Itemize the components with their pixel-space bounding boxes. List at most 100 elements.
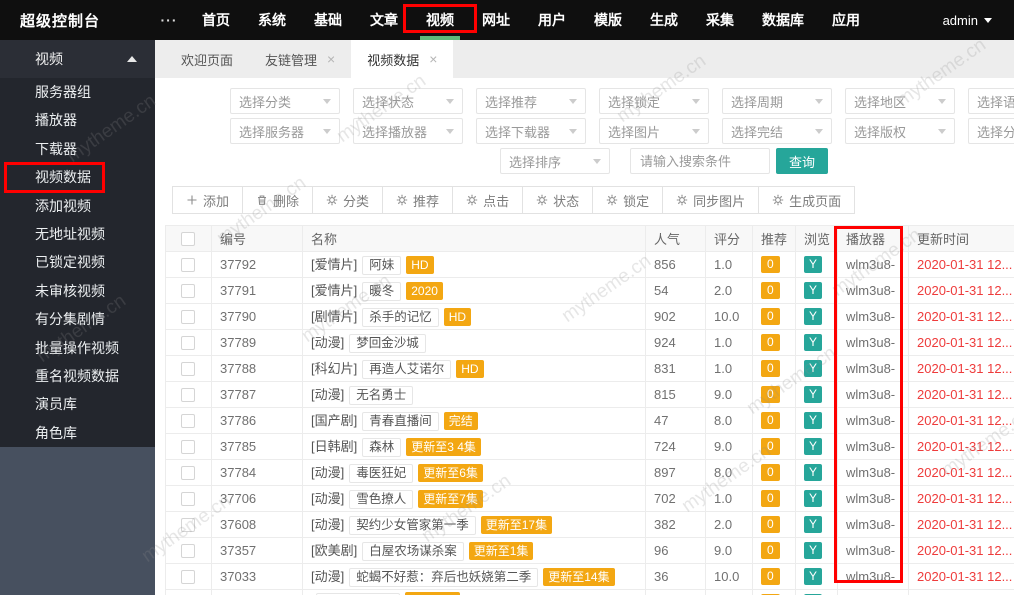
recommend-badge[interactable]: 0 xyxy=(761,360,780,377)
recommend-badge[interactable]: 0 xyxy=(761,308,780,325)
filter-select-选择锁定[interactable]: 选择锁定 xyxy=(599,88,709,114)
row-checkbox[interactable] xyxy=(181,414,195,428)
browse-badge[interactable]: Y xyxy=(804,542,822,559)
tab-友链管理[interactable]: 友链管理× xyxy=(249,40,351,78)
recommend-badge[interactable]: 0 xyxy=(761,568,780,585)
toolbar-button-分类[interactable]: 分类 xyxy=(312,186,383,214)
sidebar-item-视频数据[interactable]: 视频数据 xyxy=(0,163,155,191)
sidebar-item-批量操作视频[interactable]: 批量操作视频 xyxy=(0,334,155,362)
toolbar-button-同步图片[interactable]: 同步图片 xyxy=(662,186,759,214)
sort-select[interactable]: 选择排序 xyxy=(500,148,610,174)
recommend-badge[interactable]: 0 xyxy=(761,386,780,403)
browse-badge[interactable]: Y xyxy=(804,464,822,481)
filter-select-选择语[interactable]: 选择语 xyxy=(968,88,1014,114)
filter-select-选择下载器[interactable]: 选择下载器 xyxy=(476,118,586,144)
row-title[interactable]: 森林 xyxy=(362,438,401,457)
filter-select-选择推荐[interactable]: 选择推荐 xyxy=(476,88,586,114)
row-title[interactable]: 杀手的记忆 xyxy=(362,308,439,327)
toolbar-button-状态[interactable]: 状态 xyxy=(522,186,593,214)
row-title[interactable]: 毒医狂妃 xyxy=(349,464,413,483)
row-title[interactable]: 梦回金沙城 xyxy=(349,334,426,353)
browse-badge[interactable]: Y xyxy=(804,490,822,507)
nav-item-数据库[interactable]: 数据库 xyxy=(748,0,818,40)
sidebar-item-添加视频[interactable]: 添加视频 xyxy=(0,192,155,220)
sidebar-item-服务器组[interactable]: 服务器组 xyxy=(0,78,155,106)
browse-badge[interactable]: Y xyxy=(804,308,822,325)
tab-视频数据[interactable]: 视频数据× xyxy=(351,40,453,78)
browse-badge[interactable]: Y xyxy=(804,360,822,377)
close-tab-icon[interactable]: × xyxy=(429,52,437,66)
row-checkbox[interactable] xyxy=(181,466,195,480)
browse-badge[interactable]: Y xyxy=(804,438,822,455)
sidebar-item-播放器[interactable]: 播放器 xyxy=(0,106,155,134)
toolbar-button-点击[interactable]: 点击 xyxy=(452,186,523,214)
recommend-badge[interactable]: 0 xyxy=(761,334,780,351)
sidebar-item-演员库[interactable]: 演员库 xyxy=(0,390,155,418)
row-checkbox[interactable] xyxy=(181,284,195,298)
toolbar-button-锁定[interactable]: 锁定 xyxy=(592,186,663,214)
browse-badge[interactable]: Y xyxy=(804,282,822,299)
recommend-badge[interactable]: 0 xyxy=(761,438,780,455)
row-title[interactable]: 无名勇士 xyxy=(349,386,413,405)
recommend-badge[interactable]: 0 xyxy=(761,282,780,299)
filter-select-选择完结[interactable]: 选择完结 xyxy=(722,118,832,144)
nav-item-首页[interactable]: 首页 xyxy=(188,0,244,40)
recommend-badge[interactable]: 0 xyxy=(761,516,780,533)
user-menu[interactable]: admin xyxy=(943,13,992,28)
sidebar-item-有分集剧情[interactable]: 有分集剧情 xyxy=(0,305,155,333)
search-input[interactable] xyxy=(630,148,770,174)
sidebar-item-无地址视频[interactable]: 无地址视频 xyxy=(0,220,155,248)
nav-item-视频[interactable]: 视频 xyxy=(412,0,468,40)
row-checkbox[interactable] xyxy=(181,310,195,324)
filter-select-选择服务器[interactable]: 选择服务器 xyxy=(230,118,340,144)
row-checkbox[interactable] xyxy=(181,336,195,350)
recommend-badge[interactable]: 0 xyxy=(761,542,780,559)
nav-item-用户[interactable]: 用户 xyxy=(524,0,580,40)
row-checkbox[interactable] xyxy=(181,258,195,272)
nav-item-网址[interactable]: 网址 xyxy=(468,0,524,40)
toolbar-button-推荐[interactable]: 推荐 xyxy=(382,186,453,214)
recommend-badge[interactable]: 0 xyxy=(761,464,780,481)
sidebar-item-角色库[interactable]: 角色库 xyxy=(0,419,155,447)
nav-item-生成[interactable]: 生成 xyxy=(636,0,692,40)
sidebar-item-重名视频数据[interactable]: 重名视频数据 xyxy=(0,362,155,390)
sidebar-item-已锁定视频[interactable]: 已锁定视频 xyxy=(0,248,155,276)
filter-select-选择分[interactable]: 选择分 xyxy=(968,118,1014,144)
row-checkbox[interactable] xyxy=(181,544,195,558)
row-checkbox[interactable] xyxy=(181,570,195,584)
more-menu-icon[interactable]: ··· xyxy=(150,12,188,28)
filter-select-选择图片[interactable]: 选择图片 xyxy=(599,118,709,144)
recommend-badge[interactable]: 0 xyxy=(761,490,780,507)
row-checkbox[interactable] xyxy=(181,440,195,454)
row-title[interactable]: 契约少女管家第一季 xyxy=(349,516,476,535)
nav-item-模版[interactable]: 模版 xyxy=(580,0,636,40)
select-all-checkbox[interactable] xyxy=(181,232,195,246)
row-checkbox[interactable] xyxy=(181,362,195,376)
row-title[interactable]: 青春直播间 xyxy=(362,412,439,431)
sidebar-item-未审核视频[interactable]: 未审核视频 xyxy=(0,277,155,305)
recommend-badge[interactable]: 0 xyxy=(761,256,780,273)
row-title[interactable]: 雪色撩人 xyxy=(349,490,413,509)
row-checkbox[interactable] xyxy=(181,388,195,402)
browse-badge[interactable]: Y xyxy=(804,412,822,429)
row-checkbox[interactable] xyxy=(181,492,195,506)
nav-item-系统[interactable]: 系统 xyxy=(244,0,300,40)
search-button[interactable]: 查询 xyxy=(776,148,828,174)
recommend-badge[interactable]: 0 xyxy=(761,412,780,429)
nav-item-采集[interactable]: 采集 xyxy=(692,0,748,40)
filter-select-选择版权[interactable]: 选择版权 xyxy=(845,118,955,144)
toolbar-button-删除[interactable]: 删除 xyxy=(242,186,313,214)
filter-select-选择播放器[interactable]: 选择播放器 xyxy=(353,118,463,144)
browse-badge[interactable]: Y xyxy=(804,516,822,533)
row-title[interactable]: 再造人艾诺尔 xyxy=(362,360,451,379)
filter-select-选择状态[interactable]: 选择状态 xyxy=(353,88,463,114)
row-title[interactable]: 蛇蝎不好惹：弃后也妖娆第二季 xyxy=(349,568,538,587)
filter-select-选择周期[interactable]: 选择周期 xyxy=(722,88,832,114)
toolbar-button-添加[interactable]: 添加 xyxy=(172,186,243,214)
browse-badge[interactable]: Y xyxy=(804,334,822,351)
close-tab-icon[interactable]: × xyxy=(327,52,335,66)
browse-badge[interactable]: Y xyxy=(804,386,822,403)
sidebar-item-下载器[interactable]: 下载器 xyxy=(0,135,155,163)
nav-item-文章[interactable]: 文章 xyxy=(356,0,412,40)
sidebar-group-video[interactable]: 视频 xyxy=(0,40,155,78)
